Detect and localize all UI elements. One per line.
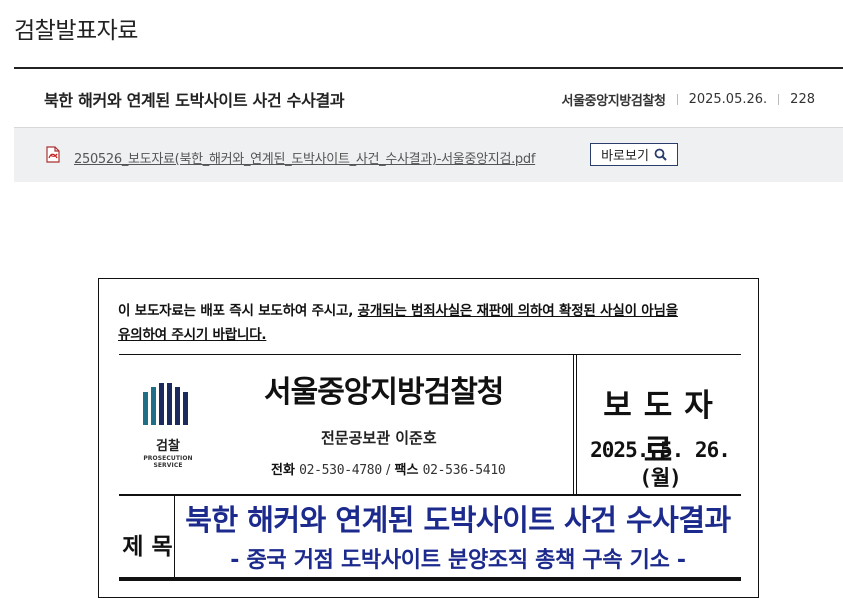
spokesperson: 전문공보관 이준호 bbox=[321, 429, 437, 447]
subject-title: 북한 해커와 연계된 도박사이트 사건 수사결과 bbox=[185, 503, 731, 537]
page-title: 검찰발표자료 bbox=[14, 18, 138, 44]
press-release-date: 2025. 5. 26.(월) bbox=[590, 438, 731, 490]
attachment-file-link[interactable]: 250526_보도자료(북한_해커와_연계된_도박사이트_사건_수사결과)-서울… bbox=[74, 148, 535, 167]
phone-label: 전화 bbox=[271, 463, 295, 478]
notice-line1-b: 공개되는 범죄사실은 재판에 의하여 확정된 사실이 아님을 bbox=[357, 303, 678, 319]
press-release-document: 이 보도자료는 배포 즉시 보도하여 주시고, 공개되는 범죄사실은 재판에 의… bbox=[98, 278, 759, 598]
subject-rule bbox=[119, 494, 741, 496]
header-divider bbox=[573, 354, 574, 494]
notice-text: 이 보도자료는 배포 즉시 보도하여 주시고, 공개되는 범죄사실은 재판에 의… bbox=[118, 299, 742, 347]
notice-line2: 유의하여 주시기 바랍니다. bbox=[118, 327, 267, 343]
search-icon bbox=[654, 148, 667, 161]
office-name: 서울중앙지방검찰청 bbox=[264, 375, 504, 410]
prosecution-emblem-icon bbox=[143, 383, 188, 425]
header-divider bbox=[576, 354, 577, 494]
view-button[interactable]: 바로보기 bbox=[590, 143, 678, 166]
contact-info: 전화 02-530-4780 / 팩스 02-536-5410 bbox=[271, 459, 506, 478]
view-button-label: 바로보기 bbox=[601, 149, 649, 164]
article-date: 2025.05.26. bbox=[688, 92, 768, 107]
logo-subtitle: PROSECUTION SERVICE bbox=[143, 455, 193, 469]
subject-bottom-rule bbox=[119, 577, 741, 581]
article-organization: 서울중앙지방검찰청 bbox=[561, 94, 666, 109]
meta-separator bbox=[676, 94, 678, 105]
contact-separator: / bbox=[386, 463, 391, 478]
fax-label: 팩스 bbox=[394, 463, 419, 478]
subject-label: 제 목 bbox=[122, 534, 173, 560]
pdf-file-icon bbox=[46, 146, 60, 163]
article-views: 228 bbox=[790, 92, 815, 107]
logo-name: 검찰 bbox=[156, 439, 180, 454]
header-rule bbox=[119, 354, 741, 355]
meta-separator bbox=[778, 94, 780, 105]
article-header: 북한 해커와 연계된 도박사이트 사건 수사결과 서울중앙지방검찰청 2025.… bbox=[14, 69, 843, 128]
notice-line1-a: 이 보도자료는 배포 즉시 보도하여 주시고, bbox=[118, 303, 358, 319]
phone-number: 02-530-4780 bbox=[299, 463, 382, 478]
attachment-bar: 250526_보도자료(북한_해커와_연계된_도박사이트_사건_수사결과)-서울… bbox=[14, 128, 843, 182]
subject-subtitle: - 중국 거점 도박사이트 분양조직 총책 구속 기소 - bbox=[230, 548, 686, 573]
fax-number: 02-536-5410 bbox=[422, 463, 506, 478]
prosecution-logo: 검찰 PROSECUTION SERVICE bbox=[129, 383, 205, 469]
article-meta: 서울중앙지방검찰청 2025.05.26. 228 bbox=[562, 90, 815, 109]
article-title: 북한 해커와 연계된 도박사이트 사건 수사결과 bbox=[44, 91, 345, 110]
